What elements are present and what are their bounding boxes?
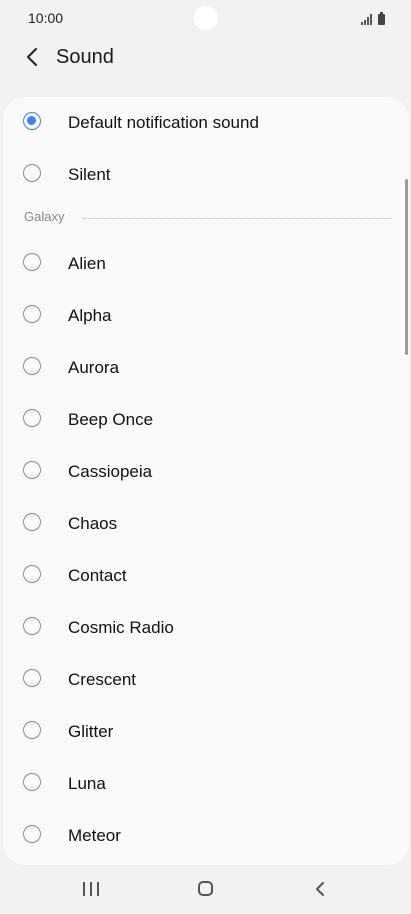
- list-item-label: Cosmic Radio: [68, 618, 174, 637]
- list-item-label: Alpha: [68, 306, 112, 325]
- list-item-silent[interactable]: Silent: [3, 149, 409, 201]
- battery-icon: [378, 12, 385, 25]
- chevron-left-icon[interactable]: [22, 46, 44, 68]
- radio-unchecked[interactable]: [23, 513, 41, 531]
- list-item-label: Meteor: [68, 826, 121, 845]
- list-item[interactable]: Meteor: [3, 810, 409, 862]
- radio-unchecked[interactable]: [23, 164, 41, 182]
- sound-list[interactable]: Default notification sound Silent Galaxy…: [3, 97, 409, 865]
- status-icons: [361, 11, 385, 25]
- list-item[interactable]: Aurora: [3, 342, 409, 394]
- radio-unchecked[interactable]: [23, 253, 41, 271]
- radio-unchecked[interactable]: [23, 721, 41, 739]
- list-item[interactable]: Alien: [3, 238, 409, 290]
- list-item-label: Beep Once: [68, 410, 154, 429]
- list-item[interactable]: Cosmic Radio: [3, 602, 409, 654]
- list-item-label: Chaos: [68, 514, 118, 533]
- list-item[interactable]: Contact: [3, 550, 409, 602]
- radio-unchecked[interactable]: [23, 305, 41, 323]
- list-item[interactable]: Luna: [3, 758, 409, 810]
- section-title: Galaxy: [24, 209, 65, 224]
- home-icon[interactable]: [198, 881, 213, 896]
- radio-unchecked[interactable]: [23, 617, 41, 635]
- list-item[interactable]: Beep Once: [3, 394, 409, 446]
- list-item[interactable]: Glitter: [3, 706, 409, 758]
- list-item[interactable]: Crescent: [3, 654, 409, 706]
- signal-icon: [361, 14, 372, 25]
- radio-unchecked[interactable]: [23, 669, 41, 687]
- radio-unchecked[interactable]: [23, 773, 41, 791]
- list-item[interactable]: Chaos: [3, 498, 409, 550]
- list-item-label: Cassiopeia: [68, 462, 153, 481]
- radio-unchecked[interactable]: [23, 409, 41, 427]
- list-item-label: Aurora: [68, 358, 120, 377]
- radio-unchecked[interactable]: [23, 461, 41, 479]
- list-item[interactable]: Cassiopeia: [3, 446, 409, 498]
- list-item-default-notification-sound[interactable]: Default notification sound: [3, 97, 409, 149]
- navigation-bar: [0, 866, 411, 914]
- radio-checked[interactable]: [23, 112, 41, 130]
- list-item-label: Glitter: [68, 722, 114, 741]
- page-title: Sound: [56, 46, 114, 68]
- list-item-label: Default notification sound: [68, 113, 259, 132]
- status-bar: 10:00: [0, 0, 411, 36]
- list-item[interactable]: Alpha: [3, 290, 409, 342]
- recent-apps-icon[interactable]: [83, 882, 99, 896]
- back-icon[interactable]: [312, 880, 330, 898]
- status-time: 10:00: [28, 10, 64, 26]
- section-header-galaxy: Galaxy: [3, 207, 409, 227]
- radio-unchecked[interactable]: [23, 565, 41, 583]
- camera-cutout: [194, 6, 218, 30]
- list-item-label: Crescent: [68, 670, 137, 689]
- list-item-label: Contact: [68, 566, 127, 585]
- list-item-label: Silent: [68, 165, 111, 184]
- list-item-label: Alien: [68, 254, 106, 273]
- list-item-label: Luna: [68, 774, 106, 793]
- radio-unchecked[interactable]: [23, 825, 41, 843]
- app-header: Sound: [0, 36, 411, 80]
- radio-unchecked[interactable]: [23, 357, 41, 375]
- section-divider: [83, 218, 391, 219]
